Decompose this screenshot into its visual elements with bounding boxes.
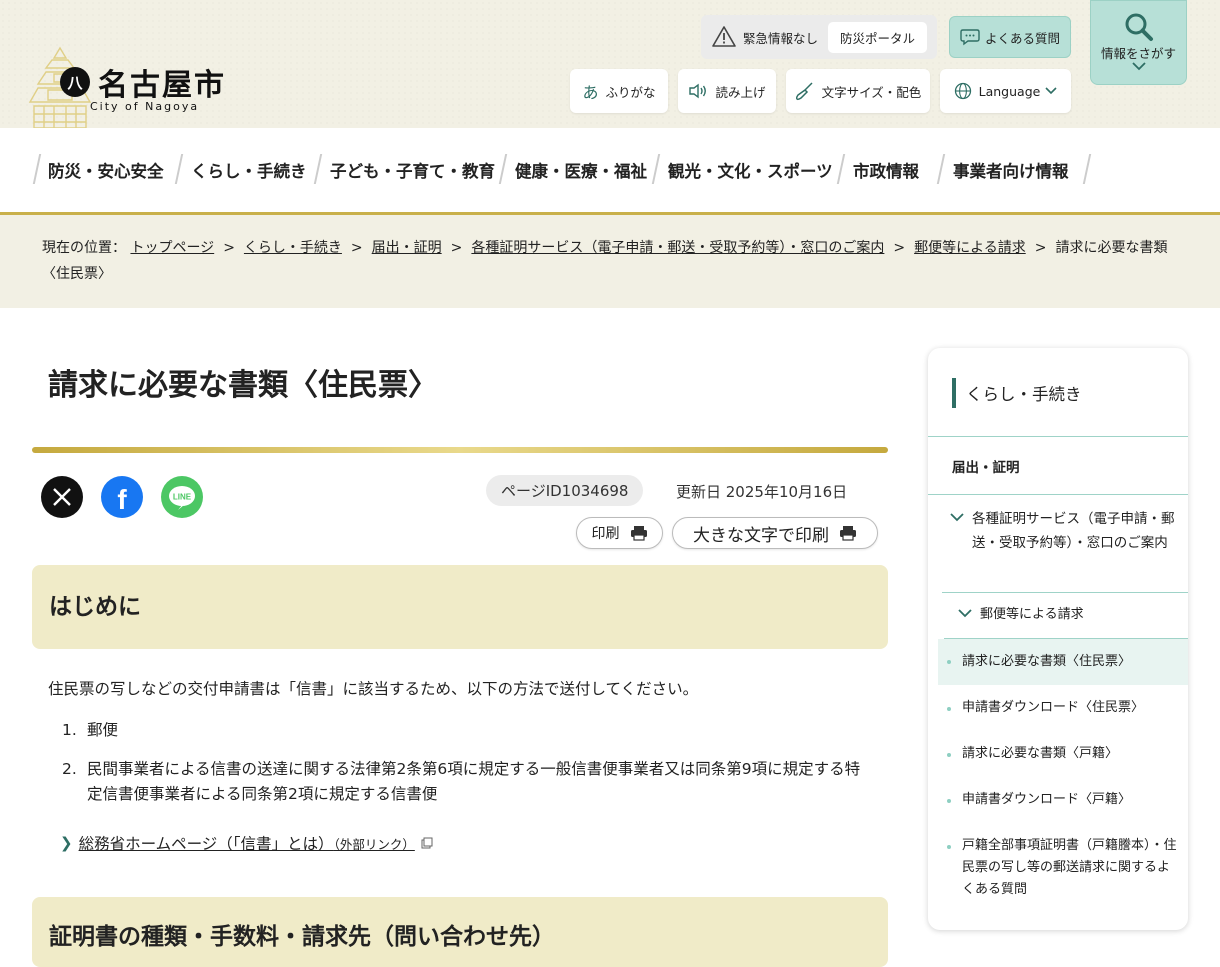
sidebar-heading[interactable]: くらし・手続き [952,378,1082,408]
list-item: 1. 郵便 [62,721,119,739]
nav-item-disaster-safety[interactable]: 防災・安心安全 [48,154,164,186]
share-x-button[interactable] [41,476,83,518]
globe-icon [954,82,972,100]
delivery-method-list: 1. 郵便 2. 民間事業者による信書の送達に関する法律第2条第6項に規定する一… [62,718,872,821]
sidebar-item-form-download-resident[interactable]: 申請書ダウンロード〈住民票〉 [938,697,1188,719]
updated-date: 更新日 2025年10月16日 [676,483,848,501]
nav-divider [1082,154,1092,184]
external-link-row: ❯ 総務省ホームページ（「信書」とは）（外部リンク） [60,832,433,854]
emergency-status-text: 緊急情報なし [743,30,819,46]
site-logo[interactable]: 八 名古屋市 [60,60,226,104]
breadcrumb-link-living[interactable]: くらし・手続き [244,240,342,256]
breadcrumb-link-notifications[interactable]: 届出・証明 [372,240,442,256]
breadcrumb-prefix: 現在の位置： [42,240,126,256]
nav-item-tourism-culture-sports[interactable]: 観光・文化・スポーツ [668,154,833,186]
printer-icon [630,526,647,541]
chat-bubble-icon [960,29,980,46]
hiragana-a-icon: あ [582,83,599,102]
nav-divider [313,154,323,184]
site-header: 八 名古屋市 City of Nagoya 緊急情報なし 防災ポータル よくある… [0,0,1220,128]
sidebar-divider [942,592,1188,593]
sidebar-category-certificate-services[interactable]: 各種証明サービス（電子申請・郵送・受取予約等）・窓口のご案内 [950,507,1177,555]
facebook-logo-icon: f [117,484,127,515]
chevron-down-icon [1131,62,1146,71]
find-info-button[interactable]: 情報をさがす [1090,0,1187,85]
breadcrumb-link-certificate-services[interactable]: 各種証明サービス（電子申請・郵送・受取予約等）・窓口のご案内 [471,240,884,256]
nav-item-living-procedures[interactable]: くらし・手続き [191,154,307,186]
title-underline [32,447,888,453]
printer-icon [840,526,856,541]
section-heading-introduction: はじめに [32,565,888,649]
nav-divider [836,154,846,184]
print-button[interactable]: 印刷 [576,517,663,549]
section-heading-certificate-types: 証明書の種類・手数料・請求先（問い合わせ先） [32,897,888,967]
chevron-down-icon [958,609,972,618]
global-navigation: 防災・安心安全 くらし・手続き 子ども・子育て・教育 健康・医療・福祉 観光・文… [0,128,1220,215]
sidebar-divider [928,436,1188,437]
sidebar-item-required-docs-resident[interactable]: 請求に必要な書類〈住民票〉 [938,639,1188,685]
emergency-info-box: 緊急情報なし 防災ポータル [701,15,937,59]
print-large-label: 大きな文字で印刷 [693,525,829,546]
list-item: 2. 民間事業者による信書の送達に関する法律第2条第6項に規定する一般信書便事業… [62,760,861,803]
sidebar-item-faq-postal[interactable]: 戸籍全部事項証明書（戸籍謄本）・住民票の写し等の郵送請求に関するよくある質問 [938,835,1188,901]
faq-label: よくある質問 [984,30,1060,46]
sidebar-item-required-docs-family[interactable]: 請求に必要な書類〈戸籍〉 [938,743,1188,765]
share-line-button[interactable]: LINE [161,476,203,518]
nav-item-business[interactable]: 事業者向け情報 [953,154,1069,186]
furigana-button[interactable]: あ ふりがな [570,69,668,113]
nav-divider [174,154,184,184]
external-window-icon [421,837,433,849]
text-size-color-label: 文字サイズ・配色 [821,84,922,100]
sidebar-category-postal-request[interactable]: 郵便等による請求 [958,603,1170,627]
language-button[interactable]: Language [940,69,1071,113]
chevron-down-icon [950,513,964,522]
nav-divider [936,154,946,184]
speaker-icon [688,83,708,99]
svg-text:LINE: LINE [173,493,192,502]
language-label: Language [978,83,1041,99]
search-icon [1125,13,1153,41]
read-aloud-button[interactable]: 読み上げ [678,69,776,113]
breadcrumb: 現在の位置： トップページ > くらし・手続き > 届出・証明 > 各種証明サービス（電子申… [0,215,1220,308]
disaster-portal-button[interactable]: 防災ポータル [828,21,928,53]
sidebar-item-form-download-family[interactable]: 申請書ダウンロード〈戸籍〉 [938,789,1188,811]
sidebar-subheading[interactable]: 届出・証明 [952,456,1020,476]
sidebar-local-nav: くらし・手続き 届出・証明 各種証明サービス（電子申請・郵送・受取予約等）・窓口… [928,348,1188,930]
faq-button[interactable]: よくある質問 [949,16,1071,58]
breadcrumb-link-top[interactable]: トップページ [130,240,214,256]
read-aloud-label: 読み上げ [715,84,766,100]
city-emblem: 八 [60,67,90,97]
page-id-badge: ページID1034698 [486,475,644,506]
page-title: 請求に必要な書類〈住民票〉 [48,368,438,403]
nav-item-children-education[interactable]: 子ども・子育て・教育 [330,154,495,186]
logo-text: 名古屋市 [98,68,226,103]
print-large-text-button[interactable]: 大きな文字で印刷 [672,517,878,549]
breadcrumb-link-postal-request[interactable]: 郵便等による請求 [914,240,1026,256]
mic-shinsho-external-link[interactable]: 総務省ホームページ（「信書」とは）（外部リンク） [79,832,415,854]
text-size-color-button[interactable]: 文字サイズ・配色 [786,69,930,113]
share-facebook-button[interactable]: f [101,476,143,518]
logo-subtitle: City of Nagoya [90,100,200,113]
paintbrush-icon [795,81,815,101]
chevron-right-icon: ❯ [60,834,73,852]
line-logo-icon: LINE [169,486,195,510]
nav-divider [32,154,42,184]
sidebar-divider [928,494,1188,495]
x-logo-icon [53,488,71,506]
nav-divider [498,154,508,184]
nav-item-health-welfare[interactable]: 健康・医療・福祉 [515,154,647,186]
warning-icon [712,26,736,47]
furigana-label: ふりがな [605,84,656,100]
nav-item-city-administration[interactable]: 市政情報 [853,154,919,186]
intro-paragraph: 住民票の写しなどの交付申請書は「信書」に該当するため、以下の方法で送付してくださ… [48,680,699,698]
find-info-label: 情報をさがす [1100,46,1176,61]
nav-divider [651,154,661,184]
print-label: 印刷 [591,526,620,542]
chevron-down-icon [1045,87,1057,95]
